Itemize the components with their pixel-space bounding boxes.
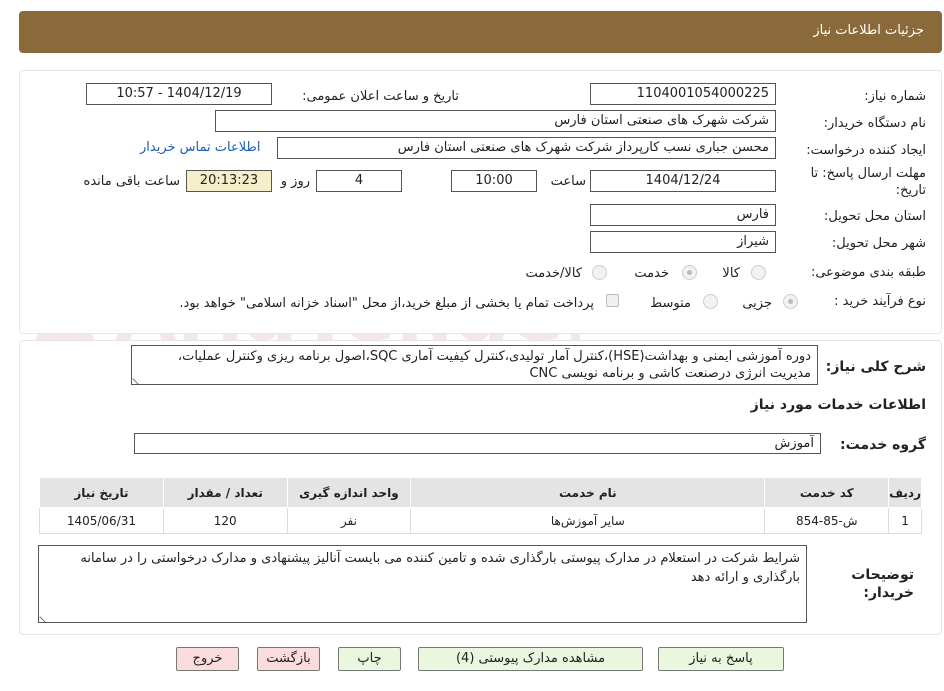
days-label: روز و bbox=[280, 174, 310, 189]
service-group-label: گروه خدمت: bbox=[840, 437, 926, 453]
treasury-payment-checkbox[interactable] bbox=[606, 294, 619, 307]
process-medium-label: متوسط bbox=[650, 296, 691, 311]
buyer-notes-label-2: خریدار: bbox=[863, 585, 914, 601]
cell-service-code: ش-85-854 bbox=[764, 507, 890, 534]
cell-unit: نفر bbox=[286, 507, 412, 534]
cell-quantity: 120 bbox=[162, 507, 288, 534]
category-goods-radio[interactable] bbox=[751, 265, 766, 280]
service-group-field: آموزش bbox=[134, 433, 821, 454]
announce-label: تاریخ و ساعت اعلان عمومی: bbox=[302, 89, 459, 104]
announce-datetime-field: 1404/12/19 - 10:57 bbox=[86, 83, 272, 105]
city-label: شهر محل تحویل: bbox=[831, 236, 926, 251]
resize-grip-icon[interactable] bbox=[132, 373, 144, 384]
services-table: ردیف کد خدمت نام خدمت واحد اندازه گیری ت… bbox=[39, 477, 922, 534]
deadline-label-date: تاریخ: bbox=[895, 183, 926, 198]
province-label: استان محل تحویل: bbox=[824, 209, 926, 224]
city-field: شیراز bbox=[590, 231, 776, 253]
need-number-label: شماره نیاز: bbox=[864, 89, 926, 104]
buyer-org-field: شرکت شهرک های صنعتی استان فارس bbox=[215, 110, 776, 132]
table-header-row: ردیف کد خدمت نام خدمت واحد اندازه گیری ت… bbox=[39, 477, 922, 508]
cell-need-date: 1405/06/31 bbox=[39, 507, 164, 534]
province-field: فارس bbox=[590, 204, 776, 226]
description-text: دوره آموزشی ایمنی و بهداشت(HSE)،کنترل آم… bbox=[177, 349, 811, 381]
category-both-label: کالا/خدمت bbox=[525, 266, 582, 281]
buyer-notes-text: شرایط شرکت در استعلام در مدارک پیوستی با… bbox=[80, 551, 800, 585]
col-header-quantity: تعداد / مقدار bbox=[162, 477, 288, 508]
treasury-payment-note: پرداخت تمام یا بخشی از مبلغ خرید،از محل … bbox=[179, 296, 594, 311]
resize-grip-icon[interactable] bbox=[39, 611, 51, 622]
description-textarea[interactable]: دوره آموزشی ایمنی و بهداشت(HSE)،کنترل آم… bbox=[131, 345, 818, 385]
process-medium-radio[interactable] bbox=[703, 294, 718, 309]
col-header-service-name: نام خدمت bbox=[410, 477, 766, 508]
time-remaining-label: ساعت باقی مانده bbox=[83, 174, 180, 189]
page-title: جزئیات اطلاعات نیاز bbox=[813, 23, 924, 38]
requester-field: محسن جباری نسب کارپرداز شرکت شهرک های صن… bbox=[277, 137, 776, 159]
buyer-contact-link[interactable]: اطلاعات تماس خریدار bbox=[140, 140, 260, 155]
category-goods-label: کالا bbox=[722, 266, 740, 281]
buyer-org-label: نام دستگاه خریدار: bbox=[823, 116, 926, 131]
category-label: طبقه بندی موضوعی: bbox=[810, 265, 926, 280]
need-number-field: 1104001054000225 bbox=[590, 83, 776, 105]
exit-button[interactable]: خروج bbox=[176, 647, 239, 671]
process-minor-radio[interactable] bbox=[783, 294, 798, 309]
buyer-notes-textarea[interactable]: شرایط شرکت در استعلام در مدارک پیوستی با… bbox=[38, 545, 807, 623]
col-header-row-number: ردیف bbox=[888, 477, 922, 508]
deadline-date-field: 1404/12/24 bbox=[590, 170, 776, 192]
category-both-radio[interactable] bbox=[592, 265, 607, 280]
table-row: 1 ش-85-854 سایر آموزش‌ها نفر 120 1405/06… bbox=[39, 507, 922, 534]
days-remaining-field: 4 bbox=[316, 170, 402, 192]
buyer-notes-label: توضیحات bbox=[851, 567, 914, 583]
col-header-service-code: کد خدمت bbox=[764, 477, 890, 508]
deadline-time-field: 10:00 bbox=[451, 170, 537, 192]
col-header-unit: واحد اندازه گیری bbox=[286, 477, 412, 508]
requester-label: ایجاد کننده درخواست: bbox=[806, 143, 926, 158]
cell-service-name: سایر آموزش‌ها bbox=[410, 507, 766, 534]
print-button[interactable]: چاپ bbox=[338, 647, 401, 671]
page-header: جزئیات اطلاعات نیاز bbox=[19, 11, 942, 53]
process-minor-label: جزیی bbox=[742, 296, 772, 311]
view-attachments-button[interactable]: مشاهده مدارک پیوستی (4) bbox=[418, 647, 643, 671]
deadline-label: مهلت ارسال پاسخ: تا bbox=[810, 166, 926, 181]
back-button[interactable]: بازگشت bbox=[257, 647, 320, 671]
deadline-time-label: ساعت bbox=[550, 174, 586, 189]
col-header-need-date: تاریخ نیاز bbox=[39, 477, 164, 508]
cell-row-number: 1 bbox=[888, 507, 922, 534]
category-service-radio[interactable] bbox=[682, 265, 697, 280]
description-label: شرح کلی نیاز: bbox=[825, 359, 926, 375]
category-service-label: خدمت bbox=[634, 266, 669, 281]
process-type-label: نوع فرآیند خرید : bbox=[834, 294, 926, 309]
services-section-title: اطلاعات خدمات مورد نیاز bbox=[750, 397, 926, 413]
reply-button[interactable]: پاسخ به نیاز bbox=[658, 647, 784, 671]
time-remaining-field: 20:13:23 bbox=[186, 170, 272, 192]
